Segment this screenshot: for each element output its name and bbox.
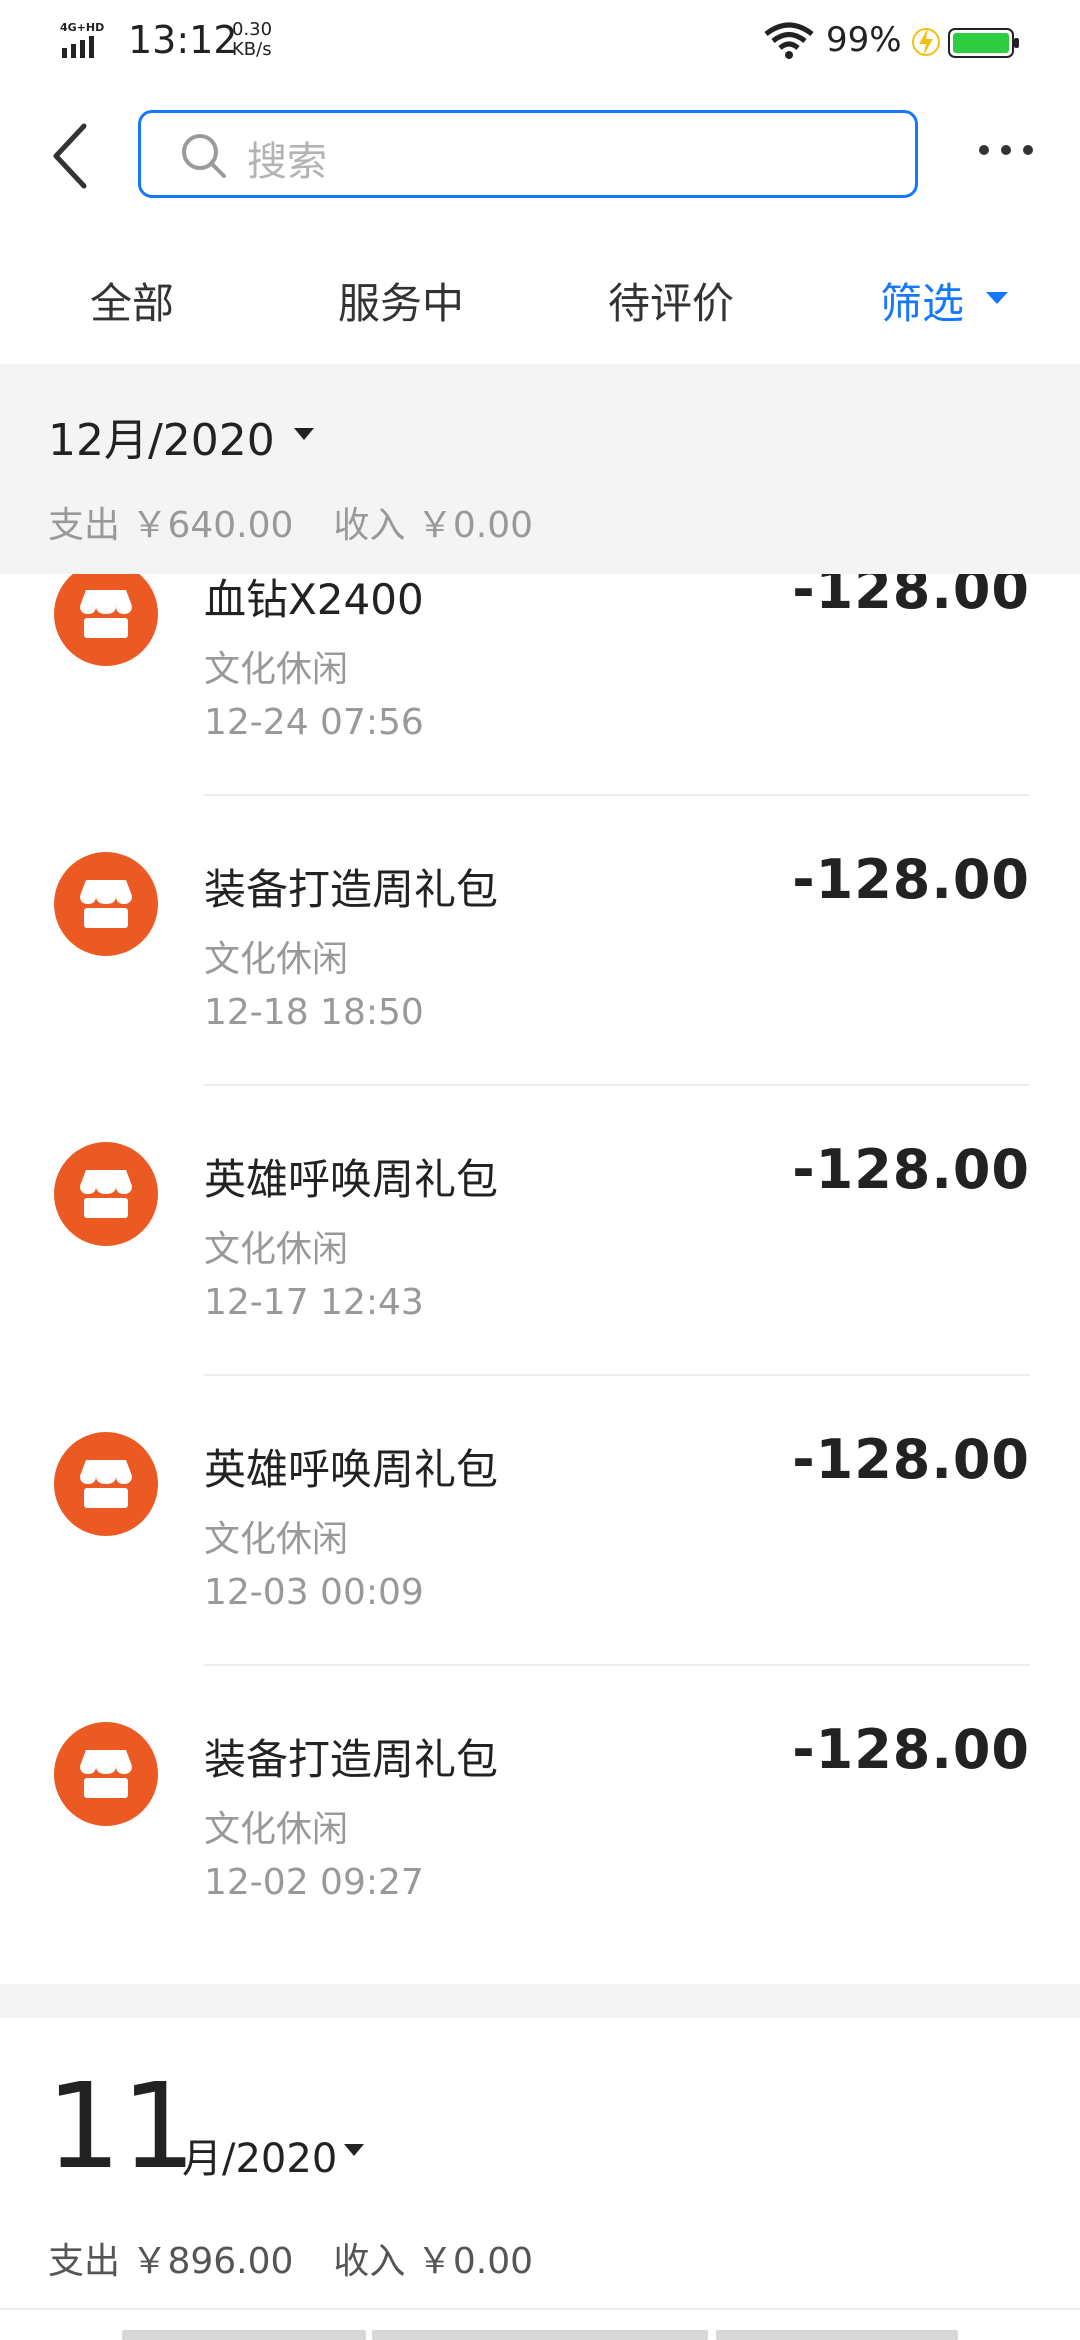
transaction-category: 文化休闲 (204, 939, 349, 980)
transaction-time: 12-17 12:43 (204, 1282, 424, 1323)
transaction-name: 装备打造周礼包 (204, 1735, 499, 1784)
wifi-icon (764, 22, 814, 59)
expense-total: 支出 ￥640.00 (48, 505, 294, 546)
more-options-icon[interactable] (976, 130, 1036, 170)
transaction-category: 文化休闲 (204, 1809, 349, 1850)
status-bar: 4G+HD 13:12 0.30 KB/s 99% (0, 0, 1080, 84)
divider (0, 2308, 1080, 2310)
search-placeholder: 搜索 (247, 139, 327, 185)
month-dropdown-icon (294, 428, 314, 440)
transaction-category: 文化休闲 (204, 1519, 349, 1560)
signal-icon: 4G+HD (60, 21, 104, 58)
network-type: 4G+HD (60, 21, 104, 34)
transaction-row[interactable]: 血钻X2400 文化休闲 12-24 07:56 -128.00 (0, 574, 1080, 834)
transaction-name: 血钻X2400 (204, 575, 424, 624)
tab-filter[interactable]: 筛选 (880, 270, 964, 331)
battery-icon (948, 28, 1019, 58)
month-summary: 支出 ￥640.00 收入 ￥0.00 (48, 496, 573, 548)
loading-placeholder (372, 2330, 708, 2340)
month-number: 11 (46, 2057, 197, 2195)
transaction-category: 文化休闲 (204, 649, 349, 690)
transaction-time: 12-18 18:50 (204, 992, 424, 1033)
transaction-time: 12-03 00:09 (204, 1572, 424, 1613)
transaction-name: 装备打造周礼包 (204, 865, 499, 914)
divider (204, 1374, 1030, 1376)
transaction-amount: -128.00 (792, 1718, 1030, 1781)
shop-icon (54, 1722, 158, 1826)
divider (204, 794, 1030, 796)
network-speed-value: 0.30 (232, 19, 273, 40)
income-total: 收入 ￥0.00 (333, 2241, 534, 2282)
divider (204, 1084, 1030, 1086)
shop-icon (54, 574, 158, 666)
transaction-name: 英雄呼唤周礼包 (204, 1445, 499, 1494)
tab-all[interactable]: 全部 (90, 270, 174, 331)
loading-placeholder (122, 2330, 366, 2340)
transaction-category: 文化休闲 (204, 1229, 349, 1270)
transaction-row[interactable]: 装备打造周礼包 文化休闲 12-18 18:50 -128.00 (0, 834, 1080, 1124)
filter-tabs: 全部 服务中 待评价 筛选 (0, 250, 1080, 360)
transaction-amount: -128.00 (792, 1428, 1030, 1491)
month-header-november[interactable]: 11 月/2020 支出 ￥896.00 收入 ￥0.00 (0, 2018, 1080, 2340)
transaction-row[interactable]: 英雄呼唤周礼包 文化休闲 12-03 00:09 -128.00 (0, 1414, 1080, 1704)
month-title: 12月/2020 (48, 415, 275, 466)
income-total: 收入 ￥0.00 (333, 505, 534, 546)
shop-icon (54, 1142, 158, 1246)
transaction-amount: -128.00 (792, 574, 1030, 621)
shop-icon (54, 1432, 158, 1536)
expense-total: 支出 ￥896.00 (48, 2241, 294, 2282)
month-header-december[interactable]: 12月/2020 支出 ￥640.00 收入 ￥0.00 (0, 364, 1080, 574)
shop-icon (54, 852, 158, 956)
tab-in-service[interactable]: 服务中 (338, 270, 464, 331)
search-icon (182, 134, 226, 178)
transaction-list: 血钻X2400 文化休闲 12-24 07:56 -128.00 装备打造周礼包… (0, 574, 1080, 1986)
transaction-time: 12-24 07:56 (204, 702, 424, 743)
filter-dropdown-icon (986, 292, 1008, 304)
transaction-row[interactable]: 装备打造周礼包 文化休闲 12-02 09:27 -128.00 (0, 1704, 1080, 1986)
transaction-name: 英雄呼唤周礼包 (204, 1155, 499, 1204)
transaction-amount: -128.00 (792, 848, 1030, 911)
battery-percent: 99% (826, 20, 902, 60)
loading-placeholder (716, 2330, 958, 2340)
month-dropdown-icon (344, 2144, 364, 2156)
transaction-row[interactable]: 英雄呼唤周礼包 文化休闲 12-17 12:43 -128.00 (0, 1124, 1080, 1414)
back-button[interactable] (44, 118, 96, 194)
tab-pending-review[interactable]: 待评价 (608, 270, 734, 331)
network-speed: 0.30 KB/s (232, 20, 272, 60)
charging-icon (912, 28, 940, 56)
divider (204, 1664, 1030, 1666)
month-year: 月/2020 (182, 2136, 338, 2182)
search-input[interactable]: 搜索 (138, 110, 918, 198)
month-summary: 支出 ￥896.00 收入 ￥0.00 (48, 2232, 573, 2284)
transaction-amount: -128.00 (792, 1138, 1030, 1201)
transaction-time: 12-02 09:27 (204, 1862, 424, 1903)
status-time: 13:12 (128, 18, 238, 62)
section-gap (0, 1984, 1080, 2018)
network-speed-unit: KB/s (232, 39, 272, 60)
